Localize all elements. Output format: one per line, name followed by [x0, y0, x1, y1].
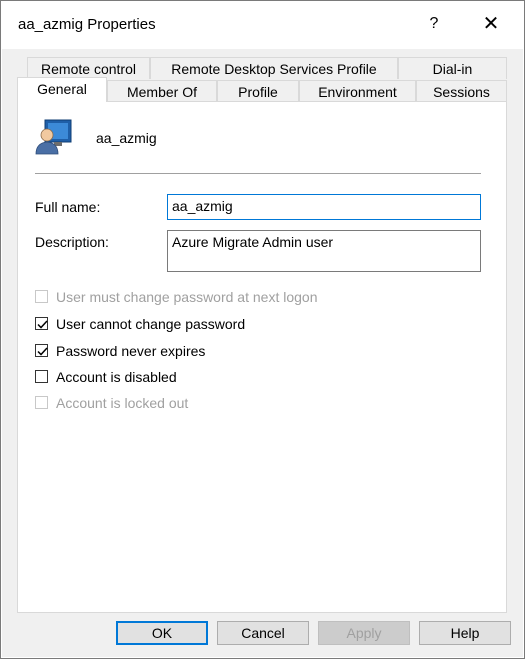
- tab-remote-control[interactable]: Remote control: [27, 57, 150, 79]
- description-value: Azure Migrate Admin user: [172, 234, 334, 250]
- cannot-change-password-checkbox[interactable]: [35, 317, 48, 330]
- account-locked-out-checkbox[interactable]: [35, 396, 48, 409]
- description-label: Description:: [35, 234, 109, 250]
- cancel-button[interactable]: Cancel: [217, 621, 309, 645]
- tab-profile[interactable]: Profile: [217, 80, 299, 102]
- must-change-password-checkbox[interactable]: [35, 290, 48, 303]
- tab-general[interactable]: General: [17, 77, 107, 102]
- account-disabled-label: Account is disabled: [56, 369, 177, 385]
- tab-remote-desktop-services-profile[interactable]: Remote Desktop Services Profile: [150, 57, 398, 79]
- help-button[interactable]: Help: [419, 621, 511, 645]
- username-label: aa_azmig: [96, 130, 157, 146]
- cannot-change-password-label: User cannot change password: [56, 316, 246, 332]
- tab-member-of[interactable]: Member Of: [107, 80, 217, 102]
- tab-environment[interactable]: Environment: [299, 80, 416, 102]
- properties-dialog: aa_azmig Properties ? ✕ Remote control R…: [0, 0, 525, 659]
- account-disabled-checkbox[interactable]: [35, 370, 48, 383]
- ok-button[interactable]: OK: [116, 621, 208, 645]
- full-name-field[interactable]: aa_azmig: [167, 194, 481, 220]
- password-never-expires-label: Password never expires: [56, 343, 206, 359]
- tab-sessions[interactable]: Sessions: [416, 80, 507, 102]
- help-icon[interactable]: ?: [419, 9, 449, 39]
- description-field[interactable]: Azure Migrate Admin user: [167, 230, 481, 272]
- divider: [35, 173, 481, 174]
- window-title: aa_azmig Properties: [18, 16, 156, 33]
- must-change-password-label: User must change password at next logon: [56, 289, 318, 305]
- title-bar: aa_azmig Properties ? ✕: [1, 1, 524, 49]
- full-name-value: aa_azmig: [172, 198, 233, 214]
- apply-button[interactable]: Apply: [318, 621, 410, 645]
- password-never-expires-checkbox[interactable]: [35, 344, 48, 357]
- account-locked-out-label: Account is locked out: [56, 395, 189, 411]
- dialog-client: Remote control Remote Desktop Services P…: [2, 49, 523, 657]
- general-tab-panel: aa_azmig Full name: aa_azmig Description…: [17, 101, 507, 613]
- full-name-label: Full name:: [35, 199, 101, 215]
- tab-dial-in[interactable]: Dial-in: [398, 57, 507, 79]
- close-icon[interactable]: ✕: [471, 9, 511, 39]
- user-icon: [35, 118, 73, 156]
